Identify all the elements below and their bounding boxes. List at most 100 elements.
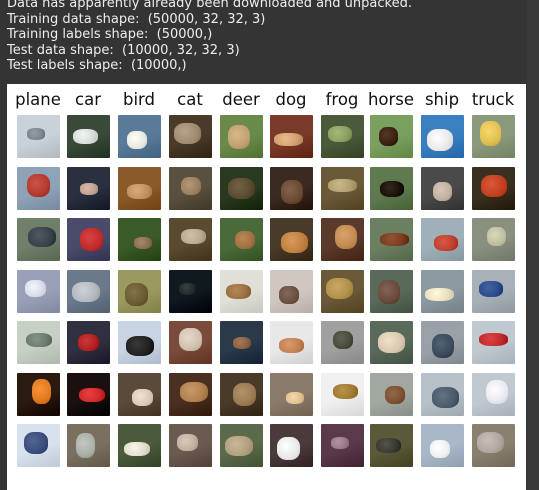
- thumbnail-subject: [331, 437, 349, 449]
- thumbnail-truck-1: [472, 115, 515, 158]
- thumbnail-subject: [27, 174, 50, 197]
- thumbnail-subject: [80, 183, 98, 195]
- thumbnail-truck-2: [472, 167, 515, 210]
- thumbnail-subject: [125, 283, 148, 306]
- thumbnail-subject: [425, 288, 454, 301]
- thumbnail-subject: [127, 131, 147, 149]
- thumbnail-subject: [179, 328, 202, 351]
- thumbnail-cat-3: [169, 218, 212, 261]
- thumbnail-dog-4: [270, 270, 313, 313]
- thumbnail-plane-7: [17, 424, 60, 467]
- thumbnail-car-7: [67, 424, 110, 467]
- thumbnail-subject: [78, 334, 99, 351]
- thumbnail-horse-7: [370, 424, 413, 467]
- thumbnail-subject: [233, 383, 256, 406]
- scrollbar-track[interactable]: [527, 0, 539, 490]
- thumbnail-subject: [274, 133, 303, 146]
- thumbnail-subject: [333, 384, 358, 399]
- console-line-1: Data has apparently already been downloa…: [7, 0, 412, 11]
- thumbnail-subject: [28, 227, 56, 247]
- thumbnail-subject: [432, 387, 459, 408]
- thumbnail-subject: [432, 334, 454, 358]
- thumbnail-cat-4: [169, 270, 212, 313]
- thumbnail-subject: [279, 338, 304, 353]
- thumbnail-subject: [72, 282, 100, 302]
- thumbnail-subject: [385, 386, 405, 404]
- thumbnail-horse-2: [370, 167, 413, 210]
- thumbnail-subject: [174, 123, 201, 144]
- thumbnail-deer-5: [220, 321, 263, 364]
- thumbnail-subject: [379, 127, 398, 146]
- thumbnail-subject: [26, 333, 52, 347]
- thumbnail-subject: [333, 331, 353, 349]
- thumbnail-dog-2: [270, 167, 313, 210]
- cifar10-sample-grid-figure: plane car bird cat deer dog frog horse s…: [7, 84, 526, 490]
- thumbnail-car-1: [67, 115, 110, 158]
- thumbnail-deer-6: [220, 373, 263, 416]
- thumbnail-car-3: [67, 218, 110, 261]
- thumbnail-ship-4: [421, 270, 464, 313]
- thumbnail-plane-6: [17, 373, 60, 416]
- thumbnail-subject: [335, 225, 357, 249]
- thumbnail-bird-5: [118, 321, 161, 364]
- thumbnail-subject: [24, 432, 48, 454]
- thumbnail-ship-3: [421, 218, 464, 261]
- thumbnail-ship-6: [421, 373, 464, 416]
- thumbnail-subject: [281, 232, 308, 253]
- console-output: Data has apparently already been downloa…: [7, 0, 532, 74]
- thumbnail-subject: [235, 231, 255, 249]
- thumbnail-subject: [277, 437, 300, 460]
- thumbnail-plane-4: [17, 270, 60, 313]
- thumbnail-subject: [430, 440, 450, 458]
- thumbnail-subject: [76, 433, 95, 458]
- thumbnail-dog-3: [270, 218, 313, 261]
- thumbnail-dog-1: [270, 115, 313, 158]
- thumbnail-subject: [380, 181, 404, 197]
- thumbnail-subject: [179, 283, 197, 295]
- thumbnail-car-2: [67, 167, 110, 210]
- thumbnail-bird-1: [118, 115, 161, 158]
- thumbnail-deer-4: [220, 270, 263, 313]
- thumbnail-subject: [376, 438, 401, 453]
- thumbnail-subject: [124, 442, 150, 456]
- thumbnail-subject: [434, 235, 458, 251]
- thumbnail-ship-1: [421, 115, 464, 158]
- thumbnail-plane-2: [17, 167, 60, 210]
- thumbnail-subject: [281, 180, 303, 204]
- thumbnail-car-4: [67, 270, 110, 313]
- console-line-3: Training labels shape: (50000,): [7, 27, 213, 43]
- thumbnail-frog-5: [321, 321, 364, 364]
- thumbnail-horse-5: [370, 321, 413, 364]
- thumbnail-frog-6: [321, 373, 364, 416]
- thumbnail-subject: [27, 128, 45, 140]
- thumbnail-truck-3: [472, 218, 515, 261]
- thumbnail-dog-5: [270, 321, 313, 364]
- thumbnail-frog-4: [321, 270, 364, 313]
- thumbnail-subject: [132, 389, 153, 406]
- thumbnail-subject: [233, 337, 251, 349]
- thumbnail-horse-3: [370, 218, 413, 261]
- thumbnail-bird-6: [118, 373, 161, 416]
- console-line-5: Test labels shape: (10000,): [7, 58, 187, 74]
- thumbnail-cat-5: [169, 321, 212, 364]
- thumbnail-horse-6: [370, 373, 413, 416]
- thumbnail-bird-3: [118, 218, 161, 261]
- thumbnail-deer-3: [220, 218, 263, 261]
- console-line-2: Training data shape: (50000, 32, 32, 3): [7, 11, 266, 27]
- thumbnail-subject: [177, 434, 198, 451]
- thumbnail-frog-1: [321, 115, 364, 158]
- thumbnail-horse-4: [370, 270, 413, 313]
- thumbnail-subject: [479, 333, 508, 346]
- thumbnail-subject: [427, 129, 453, 151]
- thumbnail-deer-1: [220, 115, 263, 158]
- thumbnail-deer-2: [220, 167, 263, 210]
- thumbnail-car-5: [67, 321, 110, 364]
- thumbnail-subject: [79, 388, 105, 402]
- thumbnail-subject: [486, 380, 508, 404]
- thumbnail-subject: [433, 182, 452, 201]
- thumbnail-subject: [477, 432, 504, 453]
- thumbnail-subject: [181, 229, 206, 244]
- thumbnail-subject: [225, 436, 253, 456]
- thumbnail-subject: [378, 332, 405, 353]
- thumbnail-truck-5: [472, 321, 515, 364]
